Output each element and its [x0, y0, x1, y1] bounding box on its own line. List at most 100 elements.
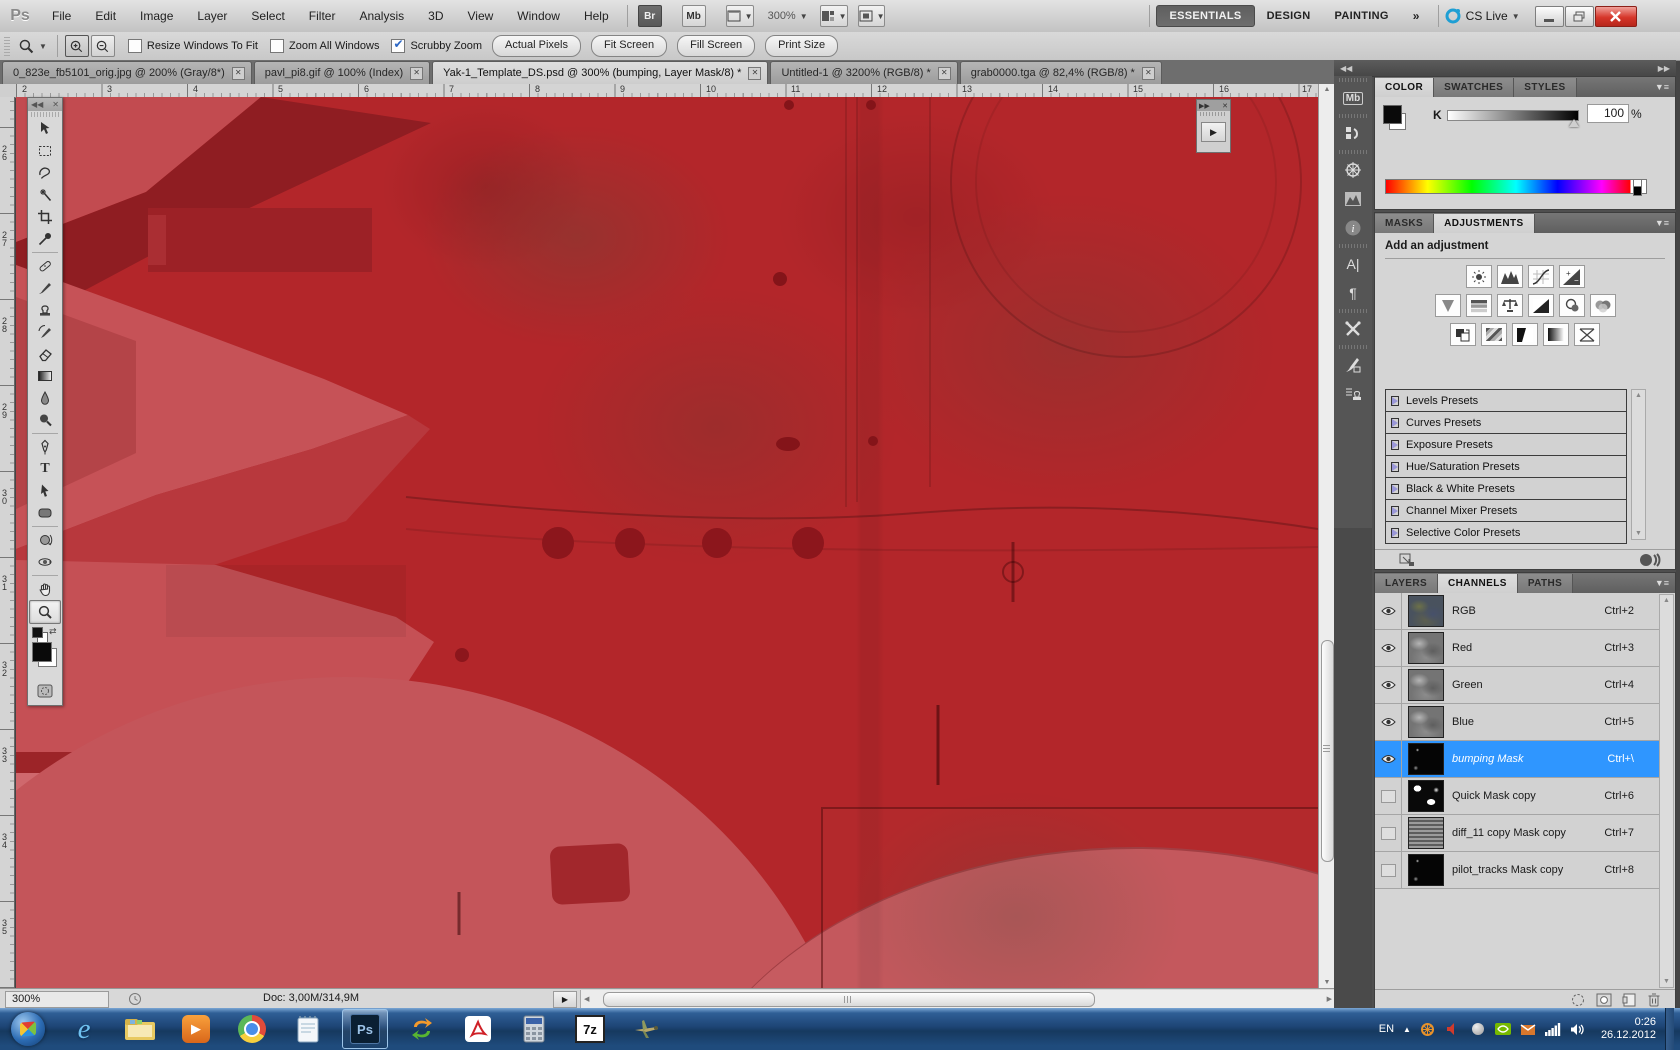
tab-masks[interactable]: MASKS: [1375, 214, 1435, 233]
gradient-tool[interactable]: [30, 365, 60, 387]
close-icon[interactable]: ✕: [52, 100, 59, 109]
visibility-toggle[interactable]: [1375, 852, 1402, 888]
menubar-zoom-level[interactable]: 300%: [768, 10, 796, 22]
visibility-toggle[interactable]: [1375, 593, 1402, 629]
menu-layer[interactable]: Layer: [185, 1, 239, 32]
doc-size-info[interactable]: Doc: 3,00M/314,9M: [263, 992, 359, 1004]
cs-live-button[interactable]: CS Live ▼: [1445, 8, 1520, 24]
chevron-down-icon[interactable]: ▼: [800, 12, 808, 21]
tab-channels[interactable]: CHANNELS: [1438, 574, 1518, 593]
current-tool-button[interactable]: ▼: [14, 38, 51, 55]
preset-exposure[interactable]: Exposure Presets: [1386, 434, 1626, 456]
clone-source-panel-icon[interactable]: [1338, 381, 1368, 407]
close-icon[interactable]: ✕: [1222, 102, 1228, 110]
visibility-toggle[interactable]: [1375, 630, 1402, 666]
tab-adjustments[interactable]: ADJUSTMENTS: [1434, 214, 1535, 233]
channel-row-green[interactable]: Green Ctrl+4: [1375, 667, 1660, 704]
taskbar-adobe-reader[interactable]: [456, 1010, 500, 1048]
workspace-design[interactable]: DESIGN: [1255, 6, 1323, 26]
visibility-toggle[interactable]: [1375, 815, 1402, 851]
taskbar-7zip[interactable]: 7z: [568, 1010, 612, 1048]
horizontal-scrollbar[interactable]: ◀ ▶: [580, 990, 1335, 1008]
black-white-icon[interactable]: [1527, 294, 1554, 317]
doc-tab-1[interactable]: 0_823e_fb5101_orig.jpg @ 200% (Gray/8*) …: [2, 61, 252, 84]
channel-row-quick-mask-copy[interactable]: Quick Mask copy Ctrl+6: [1375, 778, 1660, 815]
zoom-all-windows-checkbox[interactable]: ✔: [269, 39, 284, 53]
tray-wallet-icon[interactable]: [1520, 1021, 1536, 1037]
foreground-color-swatch[interactable]: [1383, 105, 1402, 124]
taskbar-clock[interactable]: 0:26 26.12.2012: [1601, 1016, 1656, 1042]
visibility-toggle[interactable]: [1375, 667, 1402, 703]
exposure-icon[interactable]: + −: [1558, 265, 1585, 288]
eraser-tool[interactable]: [30, 343, 60, 365]
tray-nvidia-icon[interactable]: [1494, 1021, 1511, 1037]
start-button[interactable]: [6, 1010, 50, 1048]
brush-presets-panel-icon[interactable]: [1338, 352, 1368, 378]
speaker-icon[interactable]: [1570, 1021, 1586, 1037]
taskbar-photoshop[interactable]: Ps: [342, 1009, 388, 1049]
load-channel-as-selection-icon[interactable]: [1570, 993, 1586, 1007]
blur-tool[interactable]: [30, 387, 60, 409]
hue-saturation-icon[interactable]: [1465, 294, 1492, 317]
taskbar-calculator[interactable]: [512, 1010, 556, 1048]
channel-row-blue[interactable]: Blue Ctrl+5: [1375, 704, 1660, 741]
preset-black-white[interactable]: Black & White Presets: [1386, 478, 1626, 500]
fit-screen-button[interactable]: Fit Screen: [590, 35, 668, 57]
zoom-out-mode-button[interactable]: [90, 35, 115, 57]
close-tab-icon[interactable]: ✕: [748, 66, 762, 80]
save-selection-as-channel-icon[interactable]: [1596, 993, 1612, 1007]
close-tab-icon[interactable]: ✕: [937, 66, 951, 80]
expand-triangle-icon[interactable]: [1391, 505, 1399, 516]
scroll-up-icon[interactable]: ▲: [1632, 390, 1645, 401]
resize-windows-checkbox[interactable]: ✔: [127, 39, 142, 53]
expand-triangle-icon[interactable]: [1391, 395, 1399, 406]
menu-view[interactable]: View: [455, 1, 505, 32]
tab-paths[interactable]: PATHS: [1517, 574, 1574, 593]
posterize-icon[interactable]: [1481, 323, 1507, 346]
3d-rotate-tool[interactable]: [30, 529, 60, 551]
preset-curves[interactable]: Curves Presets: [1386, 412, 1626, 434]
taskbar-notepad[interactable]: [286, 1010, 330, 1048]
tab-swatches[interactable]: SWATCHES: [1434, 78, 1515, 97]
preset-channel-mixer[interactable]: Channel Mixer Presets: [1386, 500, 1626, 522]
history-brush-tool[interactable]: [30, 321, 60, 343]
color-balance-icon[interactable]: [1496, 294, 1523, 317]
path-selection-tool[interactable]: [30, 480, 60, 502]
menu-select[interactable]: Select: [239, 1, 296, 32]
return-to-adjustment-list-icon[interactable]: [1399, 553, 1415, 567]
status-expand-icon[interactable]: ▶: [553, 991, 577, 1008]
lasso-tool[interactable]: [30, 162, 60, 184]
scroll-up-icon[interactable]: ▲: [1660, 595, 1673, 606]
visibility-toggle[interactable]: [1375, 778, 1402, 814]
network-signal-icon[interactable]: [1544, 1021, 1561, 1037]
scroll-down-icon[interactable]: ▼: [1319, 979, 1335, 986]
zoom-in-mode-button[interactable]: [64, 35, 89, 57]
launch-mini-bridge-button[interactable]: Mb: [681, 5, 706, 27]
crop-tool[interactable]: [30, 206, 60, 228]
expand-triangle-icon[interactable]: [1391, 461, 1399, 472]
invert-icon[interactable]: [1450, 323, 1476, 346]
expand-icon[interactable]: ▶▶: [1199, 102, 1210, 110]
magic-wand-tool[interactable]: [30, 184, 60, 206]
spot-healing-brush-tool[interactable]: [30, 255, 60, 277]
visibility-toggle[interactable]: [1375, 704, 1402, 740]
rounded-rectangle-tool[interactable]: [30, 502, 60, 524]
expand-triangle-icon[interactable]: [1391, 439, 1399, 450]
black-swatch[interactable]: [1633, 186, 1642, 196]
screen-mode-button[interactable]: ▼: [857, 5, 886, 27]
default-colors-icon[interactable]: [32, 627, 43, 638]
expanded-view-toggle-icon[interactable]: [1639, 552, 1661, 567]
paragraph-panel-icon[interactable]: ¶: [1338, 280, 1368, 306]
tool-presets-panel-icon[interactable]: [1338, 316, 1368, 342]
collapse-icon[interactable]: ◀◀: [31, 100, 43, 109]
taskbar-chrome[interactable]: [230, 1010, 274, 1048]
view-extras-button[interactable]: ▼: [725, 5, 754, 27]
foreground-color-swatch[interactable]: [32, 642, 52, 662]
3d-orbit-tool[interactable]: [30, 551, 60, 573]
menu-3d[interactable]: 3D: [416, 1, 455, 32]
menu-window[interactable]: Window: [505, 1, 572, 32]
quick-mask-mode-button[interactable]: [30, 680, 60, 702]
k-value-field[interactable]: 100: [1587, 104, 1629, 123]
photo-filter-icon[interactable]: [1558, 294, 1585, 317]
menu-edit[interactable]: Edit: [83, 1, 128, 32]
